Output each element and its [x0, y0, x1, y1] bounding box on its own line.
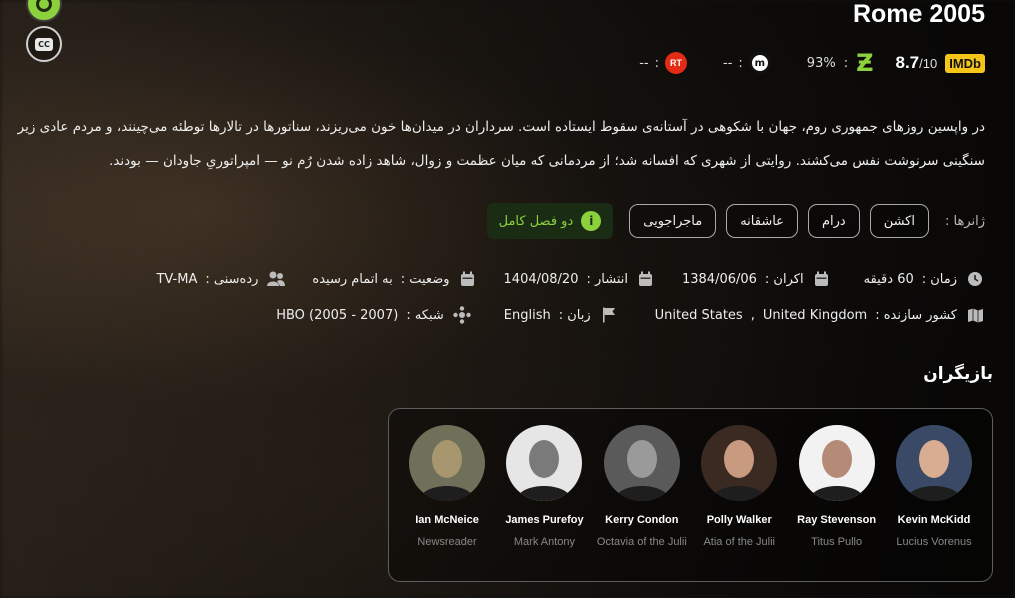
age-rating-info: رده‌سنی : TV-MA: [156, 268, 286, 290]
release-info: انتشار : 1404/08/20: [504, 268, 656, 290]
audience-score-value: 93%: [806, 55, 836, 71]
calendar-icon: [812, 268, 832, 290]
status-info: وضعیت : به اتمام رسیده: [312, 268, 477, 290]
country-separator: ,: [750, 307, 755, 323]
users-icon: [266, 268, 286, 290]
calendar-icon: [636, 268, 656, 290]
actor-role: Lucius Vorenus: [896, 536, 972, 548]
genres-label: ژانرها :: [944, 213, 985, 229]
actor-name[interactable]: Ian McNeice: [415, 511, 479, 529]
release-value: 1404/08/20: [503, 271, 579, 287]
cast-member-card[interactable]: Ray Stevenson Titus Pullo: [791, 425, 883, 581]
genre-tag[interactable]: درام: [807, 204, 860, 238]
network-label: شبکه :: [406, 307, 444, 323]
clock-icon: [965, 268, 985, 290]
country-value: United Kingdom: [762, 307, 868, 323]
rotten-tomatoes-rating: -- : RT: [639, 52, 688, 74]
duration-value: 60 دقیقه: [863, 271, 914, 287]
country-info: کشور سازنده : United Kingdom , United St…: [655, 304, 985, 326]
actor-name[interactable]: Polly Walker: [707, 511, 772, 529]
audience-score: 93% : Ƶ: [806, 49, 874, 77]
rotten-tomatoes-icon: RT: [665, 52, 688, 74]
play-trailer-button[interactable]: [26, 0, 62, 22]
language-label: زبان :: [558, 307, 591, 323]
actor-role: Atia of the Julii: [703, 536, 775, 548]
premiere-value: 1384/06/06: [681, 271, 757, 287]
network-value: HBO (2005 - 2007): [276, 307, 399, 323]
flag-icon: [599, 304, 619, 326]
genre-tag[interactable]: ماجراجویی: [629, 204, 717, 238]
cast-member-card[interactable]: Polly Walker Atia of the Julii: [693, 425, 785, 581]
actor-photo: [896, 425, 972, 501]
mc-value: --: [723, 55, 733, 71]
season-count-label: دو فصل کامل: [498, 213, 574, 229]
country-label: کشور سازنده :: [875, 307, 957, 323]
info-row-primary: زمان : 60 دقیقه اکران : 1384/06/06 انتشا…: [156, 268, 985, 290]
language-value: English: [503, 307, 551, 323]
language-info: زبان : English: [504, 304, 619, 326]
cast-member-card[interactable]: Kevin McKidd Lucius Vorenus: [888, 425, 980, 581]
country-value: United States: [654, 307, 743, 323]
metacritic-icon: m: [748, 52, 771, 74]
imdb-score-value: 8.7: [895, 53, 920, 72]
actor-name[interactable]: Kevin McKidd: [898, 511, 971, 529]
genres-row: ژانرها : اکشن درام عاشقانه ماجراجویی i د…: [486, 203, 985, 239]
premiere-label: اکران :: [764, 271, 804, 287]
cc-icon: CC: [35, 37, 53, 51]
subtitles-button[interactable]: CC: [26, 26, 62, 62]
imdb-icon: IMDb: [945, 53, 985, 73]
network-icon: [452, 304, 472, 326]
cast-member-card[interactable]: James Purefoy Mark Antony: [498, 425, 590, 581]
duration-label: زمان :: [921, 271, 957, 287]
metacritic-rating: -- : m: [723, 52, 771, 74]
ratings-row: -- : RT -- : m 93% : Ƶ 8.7/10 IMDb: [639, 50, 985, 76]
genre-tag[interactable]: اکشن: [869, 204, 929, 238]
page-title: Rome 2005: [852, 0, 985, 28]
map-icon: [965, 304, 985, 326]
cast-list: Kevin McKidd Lucius Vorenus Ray Stevenson T…: [388, 408, 993, 582]
premiere-info: اکران : 1384/06/06: [682, 268, 832, 290]
audience-score-icon: Ƶ: [856, 49, 874, 77]
calendar-icon: [458, 268, 478, 290]
actor-role: Titus Pullo: [811, 536, 863, 548]
status-label: وضعیت :: [400, 271, 450, 287]
play-icon: [36, 0, 52, 12]
cast-member-card[interactable]: Ian McNeice Newsreader: [401, 425, 493, 581]
actor-role: Mark Antony: [513, 536, 576, 548]
genre-tag[interactable]: عاشقانه: [726, 204, 798, 238]
actor-role: Newsreader: [417, 536, 477, 548]
actor-role: Octavia of the Julii: [596, 536, 687, 548]
imdb-score-max: /10: [919, 56, 938, 71]
actor-photo: [701, 425, 778, 501]
info-row-secondary: کشور سازنده : United Kingdom , United St…: [276, 304, 985, 326]
cast-heading: بازیگران: [923, 364, 993, 384]
rt-value: --: [639, 55, 649, 71]
actor-photo: [798, 425, 875, 501]
info-icon: i: [581, 211, 602, 231]
actor-photo: [506, 425, 583, 501]
age-rating-label: رده‌سنی :: [205, 271, 259, 287]
duration-info: زمان : 60 دقیقه: [864, 268, 985, 290]
release-label: انتشار :: [586, 271, 628, 287]
actor-name[interactable]: Kerry Condon: [605, 511, 678, 529]
actor-photo: [409, 425, 486, 501]
cast-member-card[interactable]: Kerry Condon Octavia of the Julii: [596, 425, 688, 581]
age-rating-value: TV-MA: [156, 271, 198, 287]
network-info: شبکه : HBO (2005 - 2007): [276, 304, 472, 326]
description: در واپسین روزهای جمهوری روم، جهان با شکو…: [17, 119, 985, 169]
season-count-badge: i دو فصل کامل: [486, 203, 614, 239]
actor-name[interactable]: Ray Stevenson: [797, 511, 876, 529]
status-value: به اتمام رسیده: [312, 271, 393, 287]
imdb-score: 8.7/10: [896, 53, 938, 73]
actor-photo: [603, 425, 680, 501]
actor-name[interactable]: James Purefoy: [505, 511, 583, 529]
